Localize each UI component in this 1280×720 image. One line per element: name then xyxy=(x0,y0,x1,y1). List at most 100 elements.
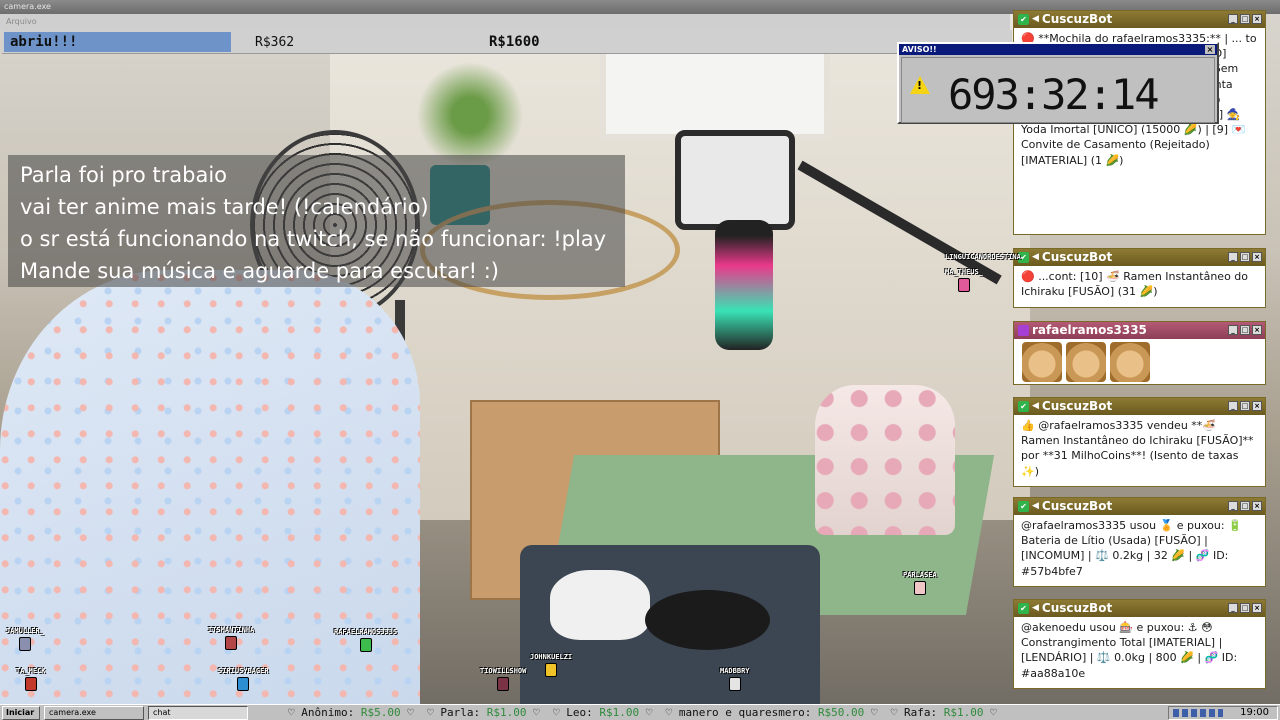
info-line: Parla foi pro trabaio xyxy=(20,163,227,187)
close-icon[interactable]: × xyxy=(1252,14,1262,24)
donation-amount: R$1.00 xyxy=(486,706,527,719)
taskbar-item-camera[interactable]: camera.exe xyxy=(44,705,144,720)
chatter-avatar: ITSMANTINHA xyxy=(208,626,254,650)
speaker-icon: ◀ xyxy=(1032,252,1039,262)
heart-icon: ♡ ♡ xyxy=(533,706,567,719)
maximize-icon[interactable]: □ xyxy=(1240,252,1250,262)
user-badge-icon xyxy=(1018,325,1029,336)
chatter-name: ITSMANTINHA xyxy=(208,626,255,634)
window-menubar[interactable]: Arquivo xyxy=(0,14,1010,30)
chatter-sprite-icon xyxy=(497,677,510,691)
start-label: Iniciar xyxy=(6,707,35,717)
doge-emote-icon xyxy=(1066,342,1106,382)
speaker-icon: ◀ xyxy=(1032,603,1039,613)
speaker-icon: ◀ xyxy=(1032,401,1039,411)
close-icon[interactable]: × xyxy=(1205,45,1215,54)
panel-username: CuscuzBot xyxy=(1041,250,1113,264)
chat-message-panel: ✔ ◀ CuscuzBot _ □ × @rafaelramos3335 usou 🏅… xyxy=(1013,497,1266,587)
goal-label: abriu!!! xyxy=(10,34,78,50)
tray-icons[interactable] xyxy=(1173,709,1223,717)
countdown-timer: 693:32:14 xyxy=(948,70,1160,119)
close-icon[interactable]: × xyxy=(1252,501,1262,511)
chatter-avatar: JAMULLER_ xyxy=(6,627,44,651)
heart-icon: ♡ ♡ xyxy=(645,706,679,719)
panel-titlebar[interactable]: ✔ ◀ CuscuzBot _ □ × xyxy=(1014,398,1265,415)
maximize-icon[interactable]: □ xyxy=(1240,14,1250,24)
chatter-avatar: RAFAELRAMOS3335 xyxy=(334,628,397,652)
maximize-icon[interactable]: □ xyxy=(1240,401,1250,411)
stream-layout: camera.exe Arquivo abriu!!! R$362 R$1600… xyxy=(0,0,1280,720)
start-button[interactable]: Iniciar xyxy=(2,705,40,720)
maximize-icon[interactable]: □ xyxy=(1240,603,1250,613)
minimize-icon[interactable]: _ xyxy=(1228,501,1238,511)
panel-message: @akenoedu usou 🎰 e puxou: ⚓ 😳 Constrangi… xyxy=(1021,621,1238,680)
chatter-sprite-icon xyxy=(957,278,970,292)
donor-name: Anônimo: xyxy=(301,706,355,719)
goal-current: R$362 xyxy=(255,35,295,50)
chatter-sprite-icon xyxy=(545,663,558,677)
close-icon[interactable]: × xyxy=(1252,325,1262,335)
heart-icon: ♡ ♡ xyxy=(407,706,441,719)
aviso-window: AVISO!! × ! 693:32:14 xyxy=(897,42,1219,124)
chatter-sprite-icon xyxy=(359,638,372,652)
maximize-icon[interactable]: □ xyxy=(1240,501,1250,511)
minimize-icon[interactable]: _ xyxy=(1228,603,1238,613)
panel-username: rafaelramos3335 xyxy=(1032,323,1147,337)
minimize-icon[interactable]: _ xyxy=(1228,401,1238,411)
donor-name: Rafa: xyxy=(904,706,938,719)
chatter-sprite-icon xyxy=(18,637,31,651)
donation-ticker: ♡ Anônimo: R$5.00 ♡ ♡ Parla: R$1.00 ♡ ♡ … xyxy=(288,705,1168,720)
panel-message: @rafaelramos3335 usou 🏅 e puxou: 🔋 Bater… xyxy=(1021,519,1242,578)
menu-file[interactable]: Arquivo xyxy=(6,17,37,26)
panel-titlebar[interactable]: ✔ ◀ CuscuzBot _ □ × xyxy=(1014,11,1265,28)
bot-badge-icon: ✔ xyxy=(1018,401,1029,412)
goal-target: R$1600 xyxy=(489,34,540,50)
chatter-avatar: LINGUICANORDESTINA xyxy=(945,253,1021,261)
doge-emote-icon xyxy=(1022,342,1062,382)
chatter-name: JAMULLER_ xyxy=(6,627,44,635)
chatter-name: LINGUICANORDESTINA xyxy=(945,253,1021,261)
minimize-icon[interactable]: _ xyxy=(1228,252,1238,262)
aviso-body: ! 693:32:14 xyxy=(901,57,1215,123)
system-tray: 19:00 xyxy=(1168,706,1278,720)
minimize-icon[interactable]: _ xyxy=(1228,14,1238,24)
info-overlay: Parla foi pro trabaio vai ter anime mais… xyxy=(8,155,625,287)
aviso-title: AVISO!! xyxy=(902,45,937,54)
panel-titlebar[interactable]: rafaelramos3335 _ □ × xyxy=(1014,322,1265,339)
panel-titlebar[interactable]: ✔ ◀ CuscuzBot _ □ × xyxy=(1014,498,1265,515)
close-icon[interactable]: × xyxy=(1252,401,1262,411)
heart-icon: ♡ xyxy=(288,706,302,719)
donation-amount: R$50.00 xyxy=(817,706,865,719)
task-label: chat xyxy=(153,707,171,717)
chat-message-panel: ✔ ◀ CuscuzBot _ □ × 🔴 ...cont: [10] 🍜 Ramen… xyxy=(1013,248,1266,308)
chat-message-panel: ✔ ◀ CuscuzBot _ □ × @akenoedu usou 🎰 e puxo… xyxy=(1013,599,1266,689)
close-icon[interactable]: × xyxy=(1252,252,1262,262)
chatter-avatar: TA_MECK xyxy=(16,667,46,691)
bot-badge-icon: ✔ xyxy=(1018,501,1029,512)
bot-badge-icon: ✔ xyxy=(1018,14,1029,25)
speaker-icon: ◀ xyxy=(1032,14,1039,24)
chatter-name: TA_MECK xyxy=(16,667,46,675)
close-icon[interactable]: × xyxy=(1252,603,1262,613)
aviso-titlebar[interactable]: AVISO!! × xyxy=(899,44,1217,55)
panel-emotes xyxy=(1014,339,1265,389)
panel-titlebar[interactable]: ✔ ◀ CuscuzBot _ □ × xyxy=(1014,249,1265,266)
chat-message-panel: ✔ ◀ CuscuzBot _ □ × 👍 @rafaelramos3335 vend… xyxy=(1013,397,1266,487)
panel-username: CuscuzBot xyxy=(1041,399,1113,413)
donor-name: manero e quaresmero: xyxy=(678,706,812,719)
cat-figure xyxy=(550,570,650,640)
chatter-avatar: PARLASEA xyxy=(903,571,937,595)
taskbar-item-chat[interactable]: chat xyxy=(148,705,248,720)
window-title: camera.exe xyxy=(4,2,51,11)
chatter-sprite-icon xyxy=(225,636,238,650)
donor-name: Parla: xyxy=(440,706,481,719)
panel-titlebar[interactable]: ✔ ◀ CuscuzBot _ □ × xyxy=(1014,600,1265,617)
chatter-sprite-icon xyxy=(24,677,37,691)
maximize-icon[interactable]: □ xyxy=(1240,325,1250,335)
rgb-microphone xyxy=(715,220,773,350)
chatter-name: PARLASEA xyxy=(903,571,937,579)
chatter-sprite-icon xyxy=(913,581,926,595)
chatter-name: RAFAELRAMOS3335 xyxy=(334,628,398,636)
minimize-icon[interactable]: _ xyxy=(1228,325,1238,335)
info-line: vai ter anime mais tarde! (!calendário) xyxy=(20,195,429,219)
